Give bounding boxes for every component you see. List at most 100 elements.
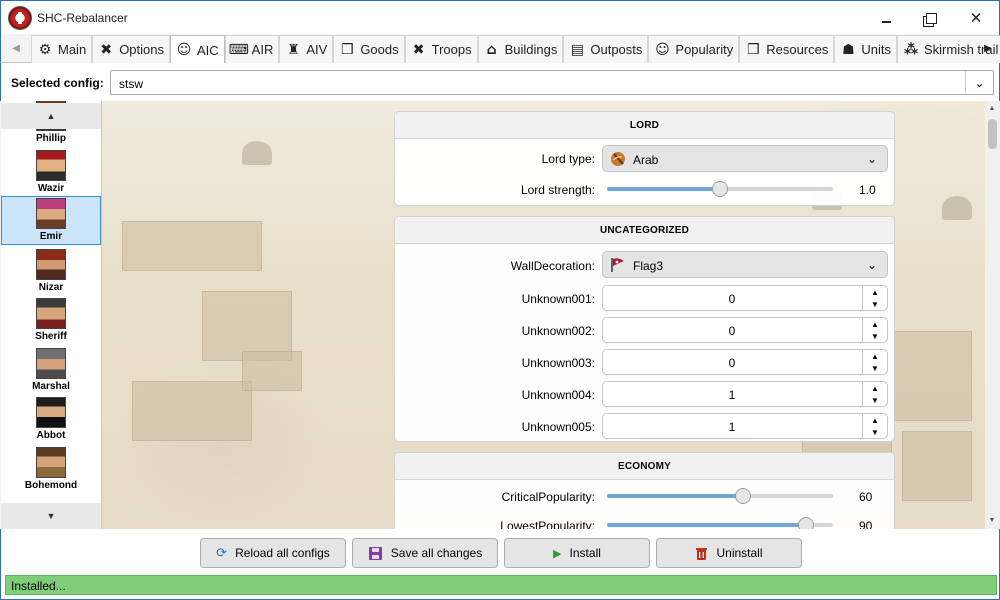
arab-lord-icon bbox=[610, 151, 626, 167]
cube-icon: ❒ bbox=[746, 41, 760, 58]
tab-aiv[interactable]: ♜ AIV bbox=[279, 35, 334, 63]
scroll-up-icon[interactable]: ▲ bbox=[985, 101, 999, 115]
chevron-left-icon: ◀ bbox=[12, 42, 20, 54]
lord-name: Phillip bbox=[36, 133, 66, 144]
lord-portrait bbox=[36, 397, 66, 428]
slider-thumb[interactable] bbox=[734, 488, 751, 504]
tab-bar: ◀ ⚙ Main ✖ Options ☺ AIC ⌨ AIR ♜ AIV ❒ Goods ✖ Troops… bbox=[0, 34, 1000, 64]
lord-portrait bbox=[36, 446, 66, 478]
tab-main[interactable]: ⚙ Main bbox=[31, 35, 93, 63]
tab-popularity[interactable]: ☺ Popularity bbox=[648, 35, 740, 63]
tab-label: Options bbox=[119, 42, 164, 57]
tab-scroll-right-button[interactable]: ▶ bbox=[977, 34, 999, 62]
spinner-up-icon[interactable]: ▲ bbox=[863, 286, 887, 298]
smiley-icon: ☺ bbox=[655, 41, 670, 58]
lord-portrait bbox=[36, 149, 66, 181]
keyboard-icon: ⌨ bbox=[228, 41, 249, 58]
spinner-up-icon[interactable]: ▲ bbox=[863, 318, 887, 330]
castle-icon: ♜ bbox=[287, 41, 300, 58]
tools-icon: ✖ bbox=[100, 41, 113, 58]
reload-configs-button[interactable]: ⟳ Reload all configs bbox=[200, 538, 346, 568]
lord-name: Wazir bbox=[37, 182, 65, 194]
config-row: Selected config: stsw ⌄ bbox=[0, 63, 1000, 101]
lord-item-wazir[interactable]: Wazir bbox=[1, 147, 101, 196]
spinner-down-icon[interactable]: ▼ bbox=[863, 298, 887, 310]
lord-item-sheriff[interactable]: Sheriff bbox=[1, 295, 101, 344]
lord-item-marshal[interactable]: Marshal bbox=[1, 345, 101, 394]
spinner-down-icon[interactable]: ▼ bbox=[863, 362, 887, 374]
spinner-buttons: ▲ ▼ bbox=[862, 286, 887, 310]
tab-buildings[interactable]: ⌂ Buildings bbox=[477, 35, 564, 63]
tab-resources[interactable]: ❒ Resources bbox=[739, 35, 835, 63]
lord-item-bohemond[interactable]: Bohemond bbox=[1, 444, 101, 493]
tabs: ⚙ Main ✖ Options ☺ AIC ⌨ AIR ♜ AIV ❒ Goods ✖ Troops ⌂ B… bbox=[31, 35, 1000, 64]
tab-aic[interactable]: ☺ AIC bbox=[170, 35, 225, 64]
unknown-field-spinner[interactable]: 0 ▲ ▼ bbox=[602, 285, 888, 311]
uninstall-button[interactable]: Uninstall bbox=[656, 538, 802, 568]
tab-troops[interactable]: ✖ Troops bbox=[404, 35, 478, 63]
box-icon: ❒ bbox=[341, 41, 354, 58]
unknown-field-spinner[interactable]: 0 ▲ ▼ bbox=[602, 349, 888, 375]
minimize-button[interactable] bbox=[875, 7, 897, 29]
spinner-buttons: ▲ ▼ bbox=[862, 414, 887, 438]
lord-name: Abbot bbox=[36, 430, 66, 441]
spinner-value: 1 bbox=[728, 420, 736, 434]
lord-item-abbot[interactable]: Abbot bbox=[1, 394, 101, 443]
chevron-down-icon: ⌄ bbox=[965, 71, 993, 94]
lord-portrait bbox=[36, 298, 66, 329]
install-button[interactable]: ▶ Install bbox=[504, 538, 650, 568]
unknown-field-label: Unknown001: bbox=[521, 292, 595, 306]
lord-item-emir[interactable]: Emir bbox=[1, 196, 101, 245]
minimize-icon bbox=[881, 21, 891, 23]
lord-portrait bbox=[36, 347, 66, 379]
uncategorized-panel: UNCATEGORIZED WallDecoration: Flag3 ⌄ Un… bbox=[394, 216, 895, 442]
spinner-down-icon[interactable]: ▼ bbox=[863, 330, 887, 342]
spinner-up-icon[interactable]: ▲ bbox=[863, 414, 887, 426]
tab-air[interactable]: ⌨ AIR bbox=[224, 35, 280, 63]
tab-scroll-left-button[interactable]: ◀ bbox=[5, 34, 27, 62]
spinner-down-icon[interactable]: ▼ bbox=[863, 426, 887, 438]
lord-type-select[interactable]: Arab ⌄ bbox=[602, 145, 888, 172]
tab-options[interactable]: ✖ Options bbox=[92, 35, 170, 63]
unknown-field-spinner[interactable]: 0 ▲ ▼ bbox=[602, 317, 888, 343]
unknown-field-spinner[interactable]: 1 ▲ ▼ bbox=[602, 381, 888, 407]
economy-slider[interactable] bbox=[607, 517, 833, 529]
reload-icon: ⟳ bbox=[216, 545, 228, 561]
wall-decoration-value: Flag3 bbox=[633, 259, 664, 273]
tab-goods[interactable]: ❒ Goods bbox=[333, 35, 405, 63]
spinner-buttons: ▲ ▼ bbox=[862, 382, 887, 406]
lord-list-scroll-down-button[interactable]: ▼ bbox=[1, 503, 101, 529]
reload-configs-label: Reload all configs bbox=[235, 546, 330, 560]
config-select[interactable]: stsw ⌄ bbox=[110, 70, 994, 95]
main-scrollbar[interactable]: ▲ ▼ bbox=[985, 101, 999, 529]
save-icon bbox=[368, 546, 383, 561]
economy-panel: ECONOMY CriticalPopularity: 60 LowestPopul… bbox=[394, 452, 895, 529]
spinner-down-icon[interactable]: ▼ bbox=[863, 394, 887, 406]
maximize-button[interactable] bbox=[920, 7, 942, 29]
tab-units[interactable]: ☗ Units bbox=[834, 35, 897, 63]
spinner-up-icon[interactable]: ▲ bbox=[863, 382, 887, 394]
lord-list-scroll-up-button[interactable]: ▲ bbox=[1, 103, 101, 129]
scrollbar-thumb[interactable] bbox=[988, 119, 997, 149]
save-changes-label: Save all changes bbox=[390, 546, 483, 560]
tab-outposts[interactable]: ▤ Outposts bbox=[563, 35, 649, 63]
spinner-up-icon[interactable]: ▲ bbox=[863, 350, 887, 362]
unknown-field-label: Unknown004: bbox=[521, 388, 595, 402]
lord-item-nizar[interactable]: Nizar bbox=[1, 246, 101, 295]
economy-slider[interactable] bbox=[607, 488, 833, 504]
arrow-down-icon: ▼ bbox=[46, 511, 56, 521]
spinner-value: 0 bbox=[728, 324, 736, 338]
config-select-value: stsw bbox=[119, 77, 143, 91]
close-button[interactable]: ✕ bbox=[965, 7, 987, 29]
lord-strength-slider[interactable] bbox=[607, 181, 833, 197]
tab-label: Main bbox=[58, 42, 87, 57]
slider-thumb[interactable] bbox=[712, 181, 728, 197]
chevron-down-icon: ⌄ bbox=[866, 152, 877, 166]
slider-thumb[interactable] bbox=[797, 517, 814, 529]
scroll-down-icon[interactable]: ▼ bbox=[985, 513, 999, 527]
wall-decoration-select[interactable]: Flag3 ⌄ bbox=[602, 251, 888, 278]
save-changes-button[interactable]: Save all changes bbox=[352, 538, 498, 568]
tab-label: AIV bbox=[306, 42, 328, 57]
lord-name: Nizar bbox=[38, 281, 64, 293]
unknown-field-spinner[interactable]: 1 ▲ ▼ bbox=[602, 413, 888, 439]
